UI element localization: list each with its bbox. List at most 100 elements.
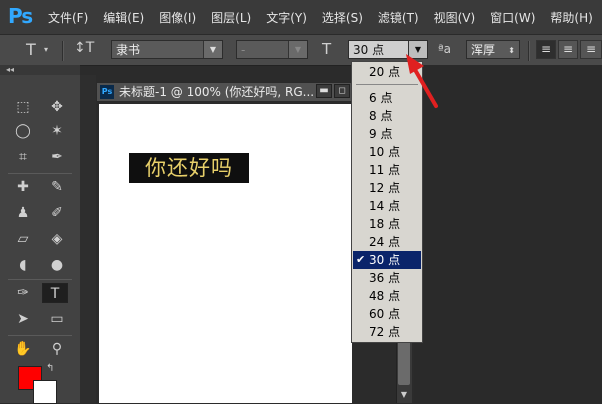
dropdown-item[interactable]: 9 点	[353, 125, 421, 143]
healing-brush-tool-icon[interactable]: ✚	[10, 177, 36, 197]
dropdown-item[interactable]: 60 点	[353, 305, 421, 323]
align-center-button[interactable]: ≡	[558, 40, 578, 59]
preset-chevron-icon[interactable]: ▾	[44, 45, 48, 54]
menu-view[interactable]: 视图(V)	[434, 9, 476, 26]
dropdown-item-label: 36 点	[369, 271, 401, 285]
history-brush-tool-icon[interactable]: ✐	[44, 203, 70, 223]
align-right-icon: ≡	[585, 42, 597, 56]
menu-bar: Ps 文件(F) 编辑(E) 图像(I) 图层(L) 文字(Y) 选择(S) 滤…	[0, 0, 602, 34]
blur-tool-icon[interactable]: ◖	[10, 255, 36, 275]
document-tab[interactable]: Ps 未标题-1 @ 100% (你还好吗, RG...	[96, 82, 352, 102]
scroll-down-icon[interactable]: ▼	[398, 390, 410, 402]
dropdown-item-label: 10 点	[369, 145, 401, 159]
pen-tool-icon[interactable]: ✑	[10, 283, 36, 303]
eraser-tool-icon[interactable]: ▱	[10, 229, 36, 249]
menu-window[interactable]: 窗口(W)	[490, 9, 535, 26]
up-down-chevron-icon: ⬍	[508, 46, 515, 55]
document-title: 未标题-1 @ 100% (你还好吗, RG...	[119, 85, 315, 99]
eyedropper-tool-icon[interactable]: ✒	[44, 147, 70, 167]
dropdown-item-label: 60 点	[369, 307, 401, 321]
path-selection-tool-icon[interactable]: ➤	[10, 309, 36, 329]
dropdown-item-label: 9 点	[369, 127, 393, 141]
swap-colors-icon[interactable]: ↰	[46, 363, 54, 374]
dropdown-item-label: 18 点	[369, 217, 401, 231]
dropdown-item-label: 12 点	[369, 181, 401, 195]
dropdown-item-label: 72 点	[369, 325, 401, 339]
ps-document-icon: Ps	[100, 85, 114, 99]
clone-stamp-tool-icon[interactable]: ♟	[10, 203, 36, 223]
menu-layer[interactable]: 图层(L)	[211, 9, 251, 26]
check-icon: ✔	[356, 253, 366, 266]
dropdown-item-label: 30 点	[369, 253, 401, 267]
align-center-icon: ≡	[562, 42, 574, 56]
hand-tool-icon[interactable]: ✋	[10, 339, 36, 359]
menu-type[interactable]: 文字(Y)	[266, 9, 307, 26]
font-size-value: 30 点	[353, 43, 385, 57]
anti-alias-select[interactable]: 浑厚 ⬍	[466, 40, 520, 59]
dropdown-item-label: 11 点	[369, 163, 401, 177]
document-canvas[interactable]	[99, 104, 352, 403]
paint-bucket-tool-icon[interactable]: ◈	[44, 229, 70, 249]
dropdown-item-label: 20 点	[369, 65, 401, 79]
move-tool-icon[interactable]: ✥	[44, 97, 70, 117]
dropdown-item[interactable]: 18 点	[353, 215, 421, 233]
menu-file[interactable]: 文件(F)	[48, 9, 88, 26]
minimize-button[interactable]: ▬	[316, 84, 332, 98]
options-bar: T ▾ ↕T 隶书 ▼ - ▼ T 30 点 ▼ ªa 浑厚 ⬍ ≡ ≡ ≡	[0, 34, 602, 66]
brush-tool-icon[interactable]: ✎	[44, 177, 70, 197]
align-left-icon: ≡	[540, 42, 552, 56]
chevron-down-icon: ▼	[203, 41, 222, 58]
annotation-arrow-icon	[406, 54, 438, 108]
menu-items: 文件(F) 编辑(E) 图像(I) 图层(L) 文字(Y) 选择(S) 滤镜(T…	[48, 0, 602, 34]
font-size-icon: T	[322, 40, 332, 58]
align-left-button[interactable]: ≡	[536, 40, 556, 59]
chevron-down-icon: ▼	[288, 41, 307, 58]
toggle-orientation-icon[interactable]: ↕T	[74, 40, 94, 56]
dropdown-item[interactable]: ✔ 30 点	[353, 251, 421, 269]
maximize-button[interactable]: ◻	[334, 84, 350, 98]
anti-alias-value: 浑厚	[471, 43, 496, 57]
divider	[8, 279, 72, 280]
photoshop-logo: Ps	[8, 4, 33, 28]
workspace-background-right	[414, 65, 602, 403]
magic-wand-tool-icon[interactable]: ✶	[44, 121, 70, 141]
dropdown-item-label: 8 点	[369, 109, 393, 123]
divider	[8, 335, 72, 336]
dropdown-item-label: 14 点	[369, 199, 401, 213]
dodge-tool-icon[interactable]: ●	[44, 255, 70, 275]
dropdown-item[interactable]: 36 点	[353, 269, 421, 287]
crop-tool-icon[interactable]: ⌗	[10, 147, 36, 167]
dropdown-item-label: 6 点	[369, 91, 393, 105]
dropdown-item[interactable]: 12 点	[353, 179, 421, 197]
marquee-tool-icon[interactable]: ⬚	[10, 97, 36, 117]
separator	[528, 41, 530, 61]
font-family-value: 隶书	[116, 43, 141, 57]
dropdown-item[interactable]: 10 点	[353, 143, 421, 161]
separator	[62, 41, 64, 61]
dropdown-item[interactable]: 14 点	[353, 197, 421, 215]
lasso-tool-icon[interactable]: ◯	[10, 121, 36, 141]
menu-help[interactable]: 帮助(H)	[550, 9, 592, 26]
dropdown-item[interactable]: 72 点	[353, 323, 421, 341]
background-color-swatch[interactable]	[33, 380, 57, 404]
dropdown-item-label: 24 点	[369, 235, 401, 249]
canvas-text-layer[interactable]: 你还好吗	[129, 153, 249, 183]
dropdown-item-label: 48 点	[369, 289, 401, 303]
dropdown-item[interactable]: 48 点	[353, 287, 421, 305]
rectangle-tool-icon[interactable]: ▭	[44, 309, 70, 329]
font-style-value: -	[241, 43, 246, 57]
tools-collapse-button[interactable]: ◂◂	[0, 65, 80, 75]
menu-edit[interactable]: 编辑(E)	[103, 9, 144, 26]
zoom-tool-icon[interactable]: ⚲	[44, 339, 70, 359]
divider	[8, 173, 72, 174]
menu-select[interactable]: 选择(S)	[322, 9, 363, 26]
type-tool-preset-icon[interactable]: T	[26, 40, 36, 59]
align-right-button[interactable]: ≡	[580, 40, 602, 59]
menu-image[interactable]: 图像(I)	[159, 9, 196, 26]
type-tool-icon[interactable]: T	[42, 283, 68, 303]
dropdown-item[interactable]: 24 点	[353, 233, 421, 251]
workspace-background	[80, 75, 96, 403]
dropdown-item[interactable]: 11 点	[353, 161, 421, 179]
font-family-select[interactable]: 隶书 ▼	[111, 40, 223, 59]
menu-filter[interactable]: 滤镜(T)	[378, 9, 419, 26]
